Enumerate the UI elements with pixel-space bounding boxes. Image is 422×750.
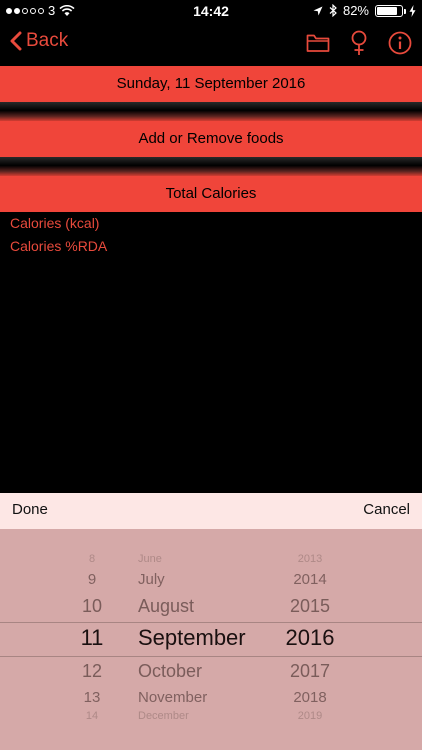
picker-toolbar: Done Cancel <box>0 493 422 529</box>
picker-year: 2013 <box>297 553 323 565</box>
picker-day: 13 <box>83 689 101 706</box>
picker-day: 14 <box>85 710 99 722</box>
status-bar: 3 14:42 82% <box>0 0 422 22</box>
picker-year: 2015 <box>289 596 331 616</box>
picker-day: 12 <box>81 661 103 681</box>
status-right: 82% <box>313 3 416 18</box>
battery-percent: 82% <box>342 3 369 18</box>
picker-year: 2019 <box>297 710 323 722</box>
navigation-bar: Back <box>0 22 422 64</box>
picker-year: 2014 <box>293 571 327 588</box>
separator <box>0 157 422 176</box>
picker-month: December <box>138 710 189 722</box>
picker-month: October <box>138 661 203 681</box>
battery-icon <box>375 4 406 17</box>
female-symbol-icon[interactable] <box>350 30 368 56</box>
picker-year: 2018 <box>293 689 327 706</box>
picker-month: September <box>138 625 246 650</box>
location-arrow-icon <box>313 6 323 15</box>
nav-actions <box>306 30 412 56</box>
date-button[interactable]: Sunday, 11 September 2016 <box>0 66 422 102</box>
selection-line-bottom <box>0 656 422 657</box>
picker-month: November <box>138 689 208 706</box>
folder-icon[interactable] <box>306 33 330 53</box>
add-remove-foods-button[interactable]: Add or Remove foods <box>0 121 422 157</box>
picker-day: 10 <box>81 596 103 616</box>
calories-rda-label: Calories %RDA <box>10 238 108 254</box>
info-icon[interactable] <box>388 31 412 55</box>
bluetooth-icon <box>329 4 337 17</box>
picker-day: 8 <box>88 553 96 565</box>
picker-month: August <box>138 596 195 616</box>
separator <box>0 102 422 121</box>
selection-line-top <box>0 622 422 623</box>
charging-bolt-icon <box>409 4 416 17</box>
picker-year: 2017 <box>289 661 331 681</box>
calories-kcal-label: Calories (kcal) <box>10 215 100 231</box>
picker-month: July <box>138 571 165 588</box>
date-picker[interactable]: 8 June 2013 9 July 2014 10 August 2015 11 Septembe… <box>0 529 422 750</box>
picker-day: 11 <box>80 625 104 650</box>
done-button[interactable]: Done <box>12 501 48 518</box>
picker-year: 2016 <box>285 625 335 650</box>
back-button[interactable]: Back <box>10 30 68 52</box>
chevron-left-icon <box>10 31 22 51</box>
cancel-button[interactable]: Cancel <box>363 501 410 518</box>
picker-month: June <box>138 553 162 565</box>
total-calories-button[interactable]: Total Calories <box>0 176 422 212</box>
back-label: Back <box>26 30 69 51</box>
picker-day: 9 <box>87 571 97 588</box>
